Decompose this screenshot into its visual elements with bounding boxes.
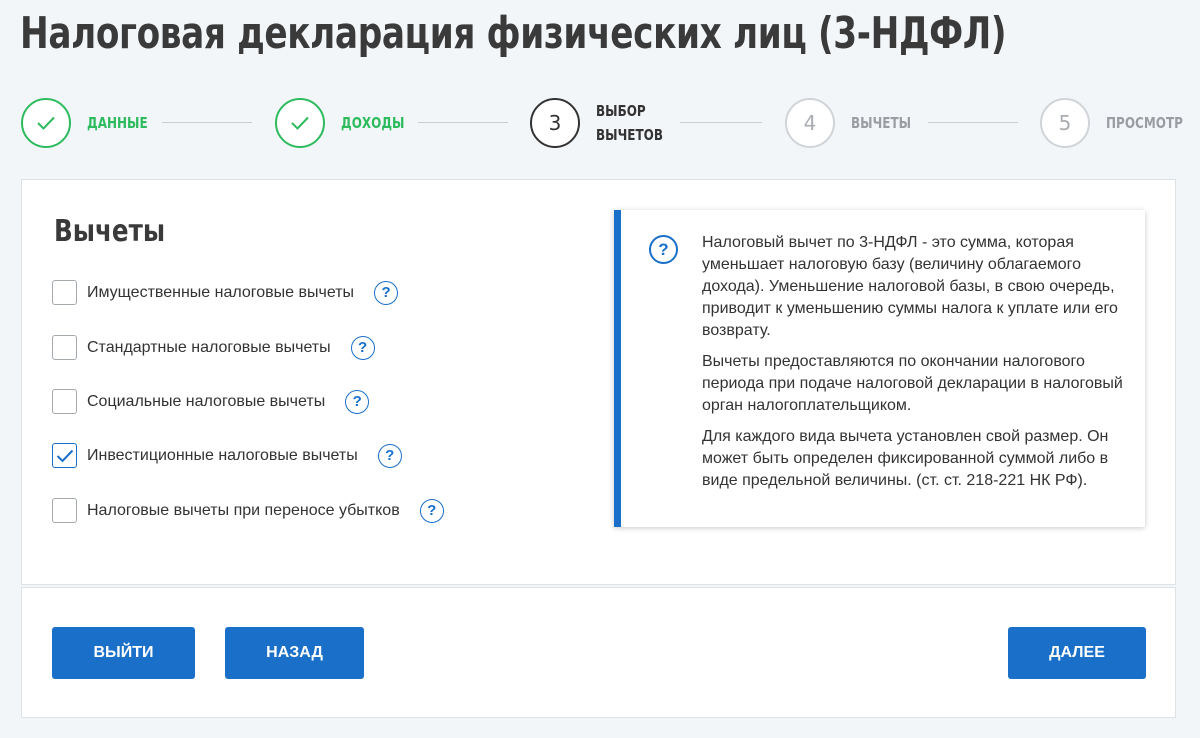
deductions-card: Вычеты Имущественные налоговые вычеты ? …	[21, 179, 1176, 585]
option-social-deduction[interactable]: Социальные налоговые вычеты ?	[52, 389, 370, 414]
step-label: ВЫБОР ВЫЧЕТОВ	[596, 102, 664, 144]
info-panel: ? Налоговый вычет по 3-НДФЛ - это сумма,…	[614, 210, 1145, 527]
help-icon[interactable]: ?	[377, 443, 402, 468]
checkbox[interactable]	[52, 335, 77, 360]
step-data[interactable]: ДАННЫЕ	[21, 98, 163, 148]
checkbox[interactable]	[52, 498, 77, 523]
checkbox[interactable]	[52, 389, 77, 414]
info-text: Налоговый вычет по 3-НДФЛ - это сумма, к…	[702, 232, 1132, 501]
step-deductions[interactable]: 4 ВЫЧЕТЫ	[785, 98, 926, 148]
info-paragraph: Налоговый вычет по 3-НДФЛ - это сумма, к…	[702, 234, 1118, 339]
checkbox-checked[interactable]	[52, 443, 77, 468]
step-connector	[680, 122, 762, 123]
step-number: 4	[785, 98, 835, 148]
step-label: ВЫЧЕТЫ	[851, 114, 912, 132]
step-connector	[162, 122, 252, 123]
step-preview[interactable]: 5 ПРОСМОТР	[1040, 98, 1200, 148]
option-label: Инвестиционные налоговые вычеты	[87, 446, 358, 464]
step-income[interactable]: ДОХОДЫ	[275, 98, 420, 148]
option-standard-deduction[interactable]: Стандартные налоговые вычеты ?	[52, 335, 375, 360]
option-property-deduction[interactable]: Имущественные налоговые вычеты ?	[52, 280, 399, 305]
option-label: Имущественные налоговые вычеты	[87, 283, 355, 301]
check-icon	[275, 98, 325, 148]
help-icon[interactable]: ?	[350, 335, 375, 360]
step-connector	[928, 122, 1018, 123]
step-number: 5	[1040, 98, 1090, 148]
info-paragraph: Вычеты предоставляются по окончании нало…	[702, 353, 1123, 414]
checkbox[interactable]	[52, 280, 77, 305]
help-icon[interactable]: ?	[419, 498, 444, 523]
step-label: ДОХОДЫ	[341, 114, 405, 132]
option-label: Социальные налоговые вычеты	[87, 392, 326, 410]
help-icon[interactable]: ?	[374, 280, 399, 305]
next-button[interactable]: ДАЛЕЕ	[1008, 627, 1146, 679]
check-icon	[21, 98, 71, 148]
option-investment-deduction[interactable]: Инвестиционные налоговые вычеты ?	[52, 443, 402, 468]
info-paragraph: Для каждого вида вычета установлен свой …	[702, 428, 1109, 489]
step-connector	[418, 122, 508, 123]
option-loss-carryover-deduction[interactable]: Налоговые вычеты при переносе убытков ?	[52, 498, 444, 523]
help-icon[interactable]: ?	[345, 389, 370, 414]
question-circle-icon: ?	[649, 235, 678, 264]
step-label: ДАННЫЕ	[87, 114, 148, 132]
back-button[interactable]: НАЗАД	[225, 627, 364, 679]
step-label: ПРОСМОТР	[1106, 114, 1183, 132]
page-title: Налоговая декларация физических лиц (3-Н…	[20, 8, 1007, 59]
exit-button[interactable]: ВЫЙТИ	[52, 627, 195, 679]
option-label: Налоговые вычеты при переносе убытков	[87, 501, 400, 519]
checkmark-icon	[56, 449, 73, 462]
step-number: 3	[530, 98, 580, 148]
option-label: Стандартные налоговые вычеты	[87, 338, 331, 356]
footer-actions: ВЫЙТИ НАЗАД ДАЛЕЕ	[21, 587, 1176, 718]
section-title: Вычеты	[54, 214, 166, 249]
step-choose-deductions[interactable]: 3 ВЫБОР ВЫЧЕТОВ	[530, 98, 680, 148]
